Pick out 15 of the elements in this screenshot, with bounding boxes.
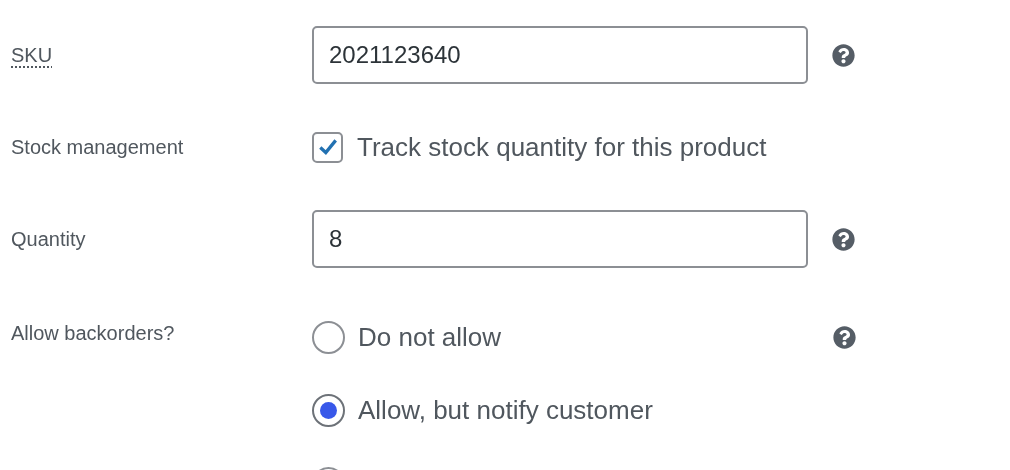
checkbox-label[interactable]: Track stock quantity for this product [357,127,767,167]
help-icon[interactable] [833,325,856,349]
input-field[interactable]: 2021123640 [312,26,808,84]
radio-button[interactable] [312,393,345,427]
help-icon[interactable] [832,43,855,67]
field-label: Allow backorders? [11,321,176,346]
checkbox[interactable] [312,131,343,163]
input-field[interactable]: 8 [312,210,808,268]
field-label: SKU [11,43,54,68]
field-label: Quantity [11,227,87,252]
radio-button[interactable] [312,320,345,354]
radio-label[interactable]: Do not allow [358,317,809,357]
radio-label[interactable]: Allow, but notify customer [358,390,809,430]
help-icon[interactable] [832,227,855,251]
field-label: Stock management [11,135,185,160]
